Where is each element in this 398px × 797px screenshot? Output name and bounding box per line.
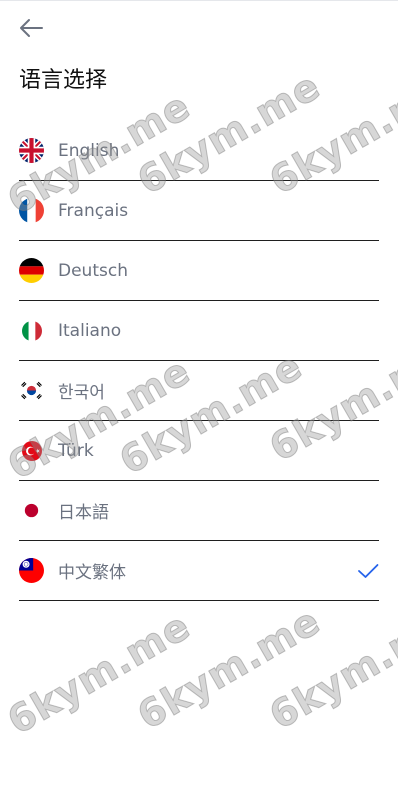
language-label: English — [58, 140, 120, 161]
language-item-turkish[interactable]: Türk — [19, 421, 379, 481]
language-item-japanese[interactable]: 日本語 — [19, 481, 379, 541]
watermark: 6kym.me — [130, 598, 329, 739]
language-label: Italiano — [58, 320, 122, 341]
page-title: 语言选择 — [19, 68, 108, 93]
language-label: 한국어 — [58, 383, 105, 403]
language-label: Deutsch — [58, 260, 128, 281]
language-label: Türk — [58, 440, 94, 461]
language-label: 日本語 — [58, 503, 109, 523]
language-item-german[interactable]: Deutsch — [19, 241, 379, 301]
language-item-english[interactable]: English — [19, 121, 379, 181]
france-flag-icon — [19, 198, 44, 223]
language-item-korean[interactable]: 한국어 — [19, 361, 379, 421]
language-item-french[interactable]: Français — [19, 181, 379, 241]
watermark: 6kym.me — [0, 603, 198, 744]
arrow-left-icon — [20, 19, 43, 37]
language-label: Français — [58, 200, 129, 221]
top-divider — [0, 0, 398, 1]
uk-flag-icon — [19, 138, 44, 163]
turkey-flag-icon — [22, 440, 42, 461]
language-list: English Français Deutsch Italiano 한국어 Tü… — [19, 121, 379, 601]
germany-flag-icon — [19, 258, 44, 283]
korea-flag-icon — [19, 378, 44, 403]
language-item-traditional-chinese[interactable]: 中文繁体 — [19, 541, 379, 601]
watermark: 6kym.me — [262, 598, 398, 739]
language-label: 中文繁体 — [58, 563, 126, 583]
italy-flag-icon — [22, 320, 42, 341]
back-button[interactable] — [18, 15, 48, 41]
checkmark-icon — [358, 563, 379, 578]
language-item-italian[interactable]: Italiano — [19, 301, 379, 361]
taiwan-flag-icon — [19, 558, 44, 583]
japan-flag-icon — [19, 498, 44, 523]
